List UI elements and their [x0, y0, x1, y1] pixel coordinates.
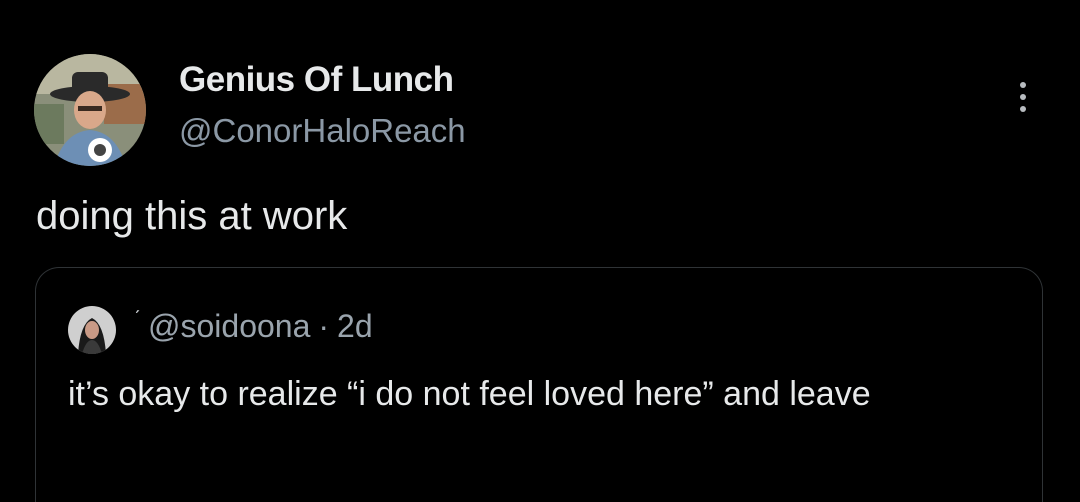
- quoted-tweet-meta: @soidoona · 2d: [148, 308, 373, 345]
- author-avatar[interactable]: [34, 54, 146, 166]
- quoted-tweet-timestamp[interactable]: 2d: [337, 308, 373, 344]
- more-options-icon[interactable]: [1006, 76, 1040, 118]
- tweet: Genius Of Lunch @ConorHaloReach doing th…: [0, 0, 1080, 502]
- verified-mark-icon: ˊ: [134, 308, 141, 330]
- meta-separator: ·: [318, 308, 330, 344]
- avatar-photo-icon: [68, 306, 116, 354]
- author-handle[interactable]: @ConorHaloReach: [179, 112, 466, 150]
- tweet-text: doing this at work: [36, 194, 348, 238]
- author-display-name[interactable]: Genius Of Lunch: [179, 60, 454, 100]
- quoted-author-handle[interactable]: @soidoona: [148, 308, 310, 344]
- quoted-author-avatar[interactable]: [68, 306, 116, 354]
- quoted-tweet-card[interactable]: ˊ @soidoona · 2d it’s okay to realize “i d…: [35, 267, 1043, 502]
- avatar-photo-icon: [34, 54, 146, 166]
- quoted-tweet-text: it’s okay to realize “i do not feel love…: [68, 375, 871, 413]
